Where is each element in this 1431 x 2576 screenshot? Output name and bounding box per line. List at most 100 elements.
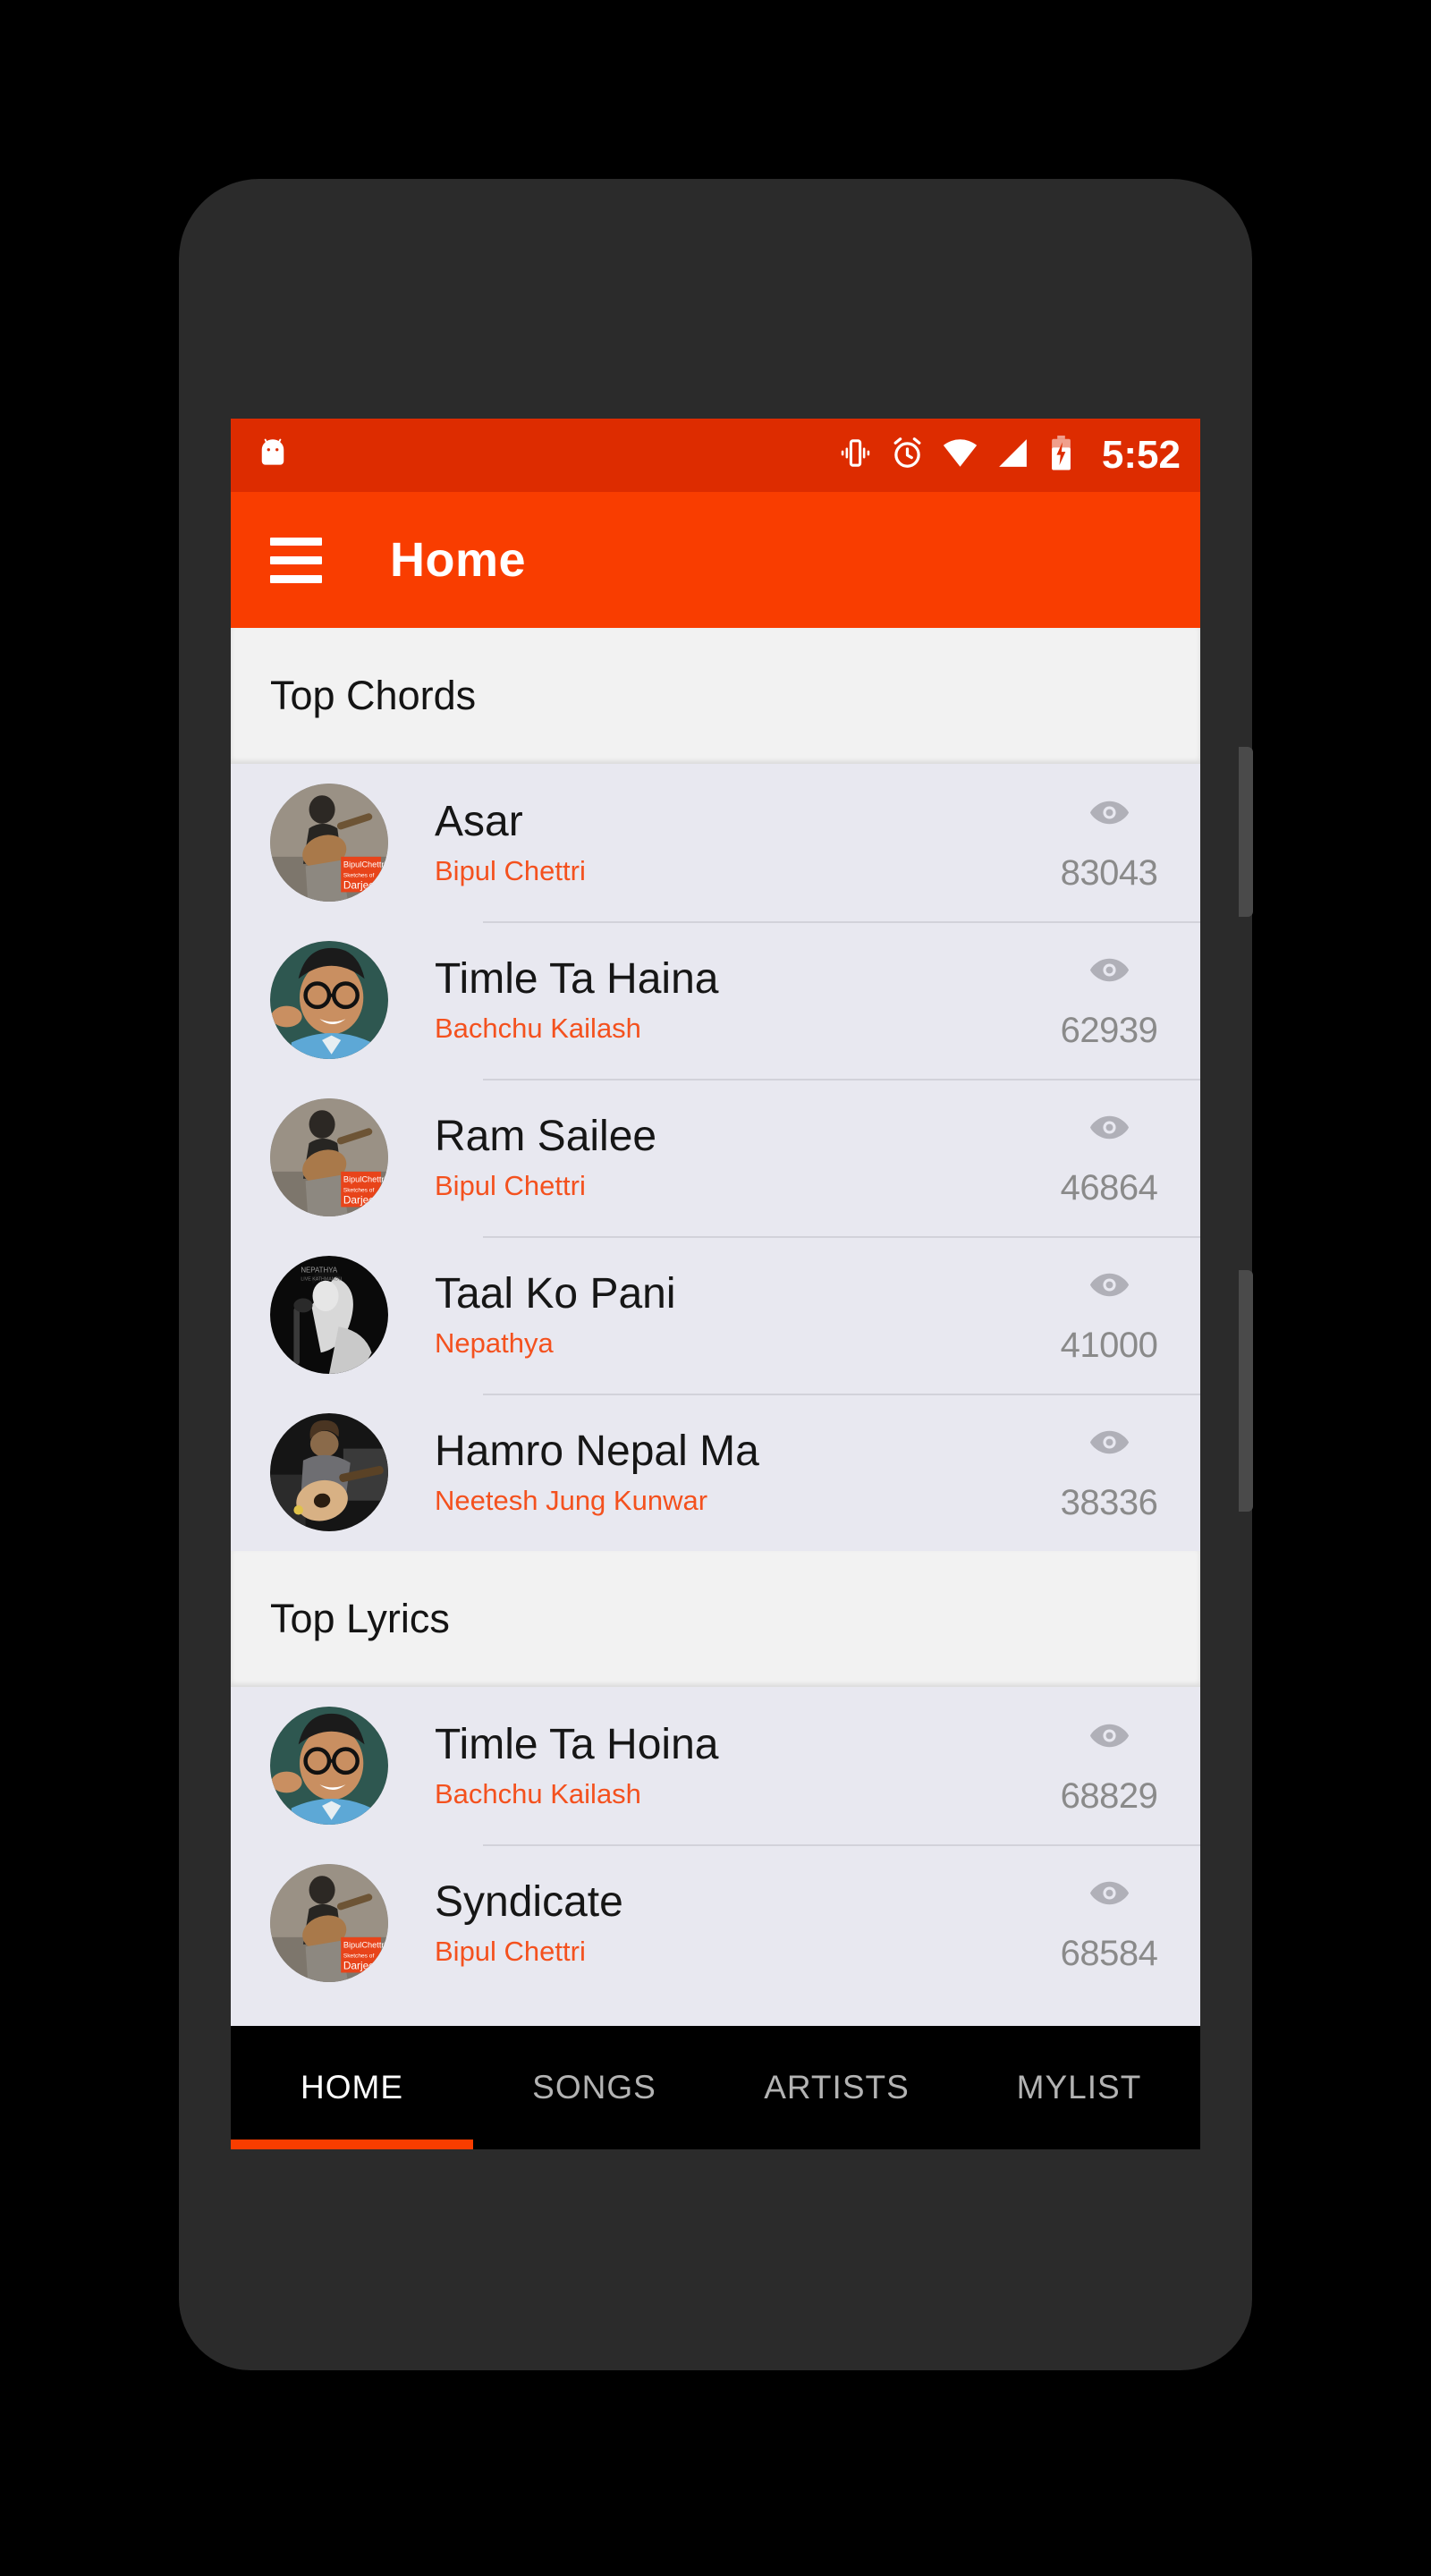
list-item[interactable]: NEPATHYA LIVE KATHMANDU Taal Ko Pani Nep… bbox=[231, 1236, 1200, 1394]
view-count-group: 41000 bbox=[1030, 1264, 1200, 1366]
list-item[interactable]: Hamro Nepal Ma Neetesh Jung Kunwar 38336 bbox=[231, 1394, 1200, 1551]
song-title: Hamro Nepal Ma bbox=[435, 1428, 759, 1476]
power-button[interactable] bbox=[1239, 747, 1253, 917]
phone-screen: 5:52 Home Top Chords BipulChettri Sketch… bbox=[231, 419, 1200, 2149]
status-bar-notifications bbox=[254, 435, 292, 477]
page-title: Home bbox=[390, 533, 527, 587]
list-item[interactable]: Timle Ta Hoina Bachchu Kailash 68829 bbox=[231, 1687, 1200, 1844]
view-count: 46864 bbox=[1060, 1168, 1158, 1208]
list-item-text: Ram Sailee Bipul Chettri bbox=[435, 1113, 1030, 1202]
view-count: 68584 bbox=[1060, 1934, 1158, 1973]
tab-mylist[interactable]: MYLIST bbox=[958, 2026, 1200, 2149]
view-count: 83043 bbox=[1060, 853, 1158, 893]
battery-charging-icon bbox=[1046, 434, 1076, 477]
status-bar-clock: 5:52 bbox=[1101, 433, 1181, 477]
content-scroll-area[interactable]: Top Chords BipulChettri Sketches of Darj… bbox=[231, 628, 1200, 2026]
avatar bbox=[270, 941, 388, 1059]
artist-name: Nepathya bbox=[435, 1326, 554, 1359]
list-item[interactable]: BipulChettri Sketches of Darjeeling Ram … bbox=[231, 1079, 1200, 1236]
vibrate-icon bbox=[837, 435, 874, 476]
artist-name: Bipul Chettri bbox=[435, 1169, 586, 1201]
tab-home[interactable]: HOME bbox=[231, 2026, 473, 2149]
list-item[interactable]: BipulChettri Sketches of Darjeeling Asar… bbox=[231, 764, 1200, 921]
svg-text:Darjeeling: Darjeeling bbox=[343, 878, 388, 891]
tab-label: HOME bbox=[301, 2069, 403, 2106]
bottom-navigation-bar: HOME SONGS ARTISTS MYLIST bbox=[231, 2026, 1200, 2149]
screenshot-canvas: 5:52 Home Top Chords BipulChettri Sketch… bbox=[0, 0, 1431, 2576]
svg-text:BipulChettri: BipulChettri bbox=[343, 860, 386, 869]
avatar: BipulChettri Sketches of Darjeeling bbox=[270, 1098, 388, 1216]
view-count: 41000 bbox=[1060, 1326, 1158, 1365]
list-item[interactable]: Timle Ta Haina Bachchu Kailash 62939 bbox=[231, 921, 1200, 1079]
tab-label: ARTISTS bbox=[764, 2069, 910, 2106]
section-title: Top Chords bbox=[270, 673, 477, 718]
view-count-group: 46864 bbox=[1030, 1106, 1200, 1208]
song-title: Ram Sailee bbox=[435, 1113, 657, 1161]
list-item-text: Taal Ko Pani Nepathya bbox=[435, 1270, 1030, 1360]
section-header-top-lyrics: Top Lyrics bbox=[231, 1551, 1200, 1687]
avatar bbox=[270, 1707, 388, 1825]
status-bar-system-icons: 5:52 bbox=[837, 434, 1181, 477]
svg-text:Darjeeling: Darjeeling bbox=[343, 1193, 388, 1206]
alarm-icon bbox=[889, 435, 926, 476]
artist-name: Bipul Chettri bbox=[435, 854, 586, 886]
view-count: 38336 bbox=[1060, 1483, 1158, 1522]
song-title: Timle Ta Hoina bbox=[435, 1721, 719, 1769]
view-count: 68829 bbox=[1060, 1776, 1158, 1816]
artist-name: Bachchu Kailash bbox=[435, 1012, 641, 1044]
svg-text:NEPATHYA: NEPATHYA bbox=[301, 1266, 338, 1274]
view-count: 62939 bbox=[1060, 1011, 1158, 1050]
list-item-text: Asar Bipul Chettri bbox=[435, 798, 1030, 887]
app-bar: Home bbox=[231, 492, 1200, 628]
view-count-group: 68584 bbox=[1030, 1872, 1200, 1974]
eye-icon bbox=[1089, 1273, 1129, 1297]
tab-songs[interactable]: SONGS bbox=[473, 2026, 716, 2149]
eye-icon bbox=[1089, 958, 1129, 982]
eye-icon bbox=[1089, 1881, 1129, 1905]
hamburger-menu-icon[interactable] bbox=[270, 537, 322, 583]
view-count-group: 38336 bbox=[1030, 1421, 1200, 1523]
wifi-icon bbox=[941, 434, 979, 477]
svg-text:BipulChettri: BipulChettri bbox=[343, 1941, 386, 1950]
list-item-text: Hamro Nepal Ma Neetesh Jung Kunwar bbox=[435, 1428, 1030, 1517]
view-count-group: 68829 bbox=[1030, 1715, 1200, 1817]
section-title: Top Lyrics bbox=[270, 1596, 450, 1641]
status-bar: 5:52 bbox=[231, 419, 1200, 492]
avatar: BipulChettri Sketches of Darjeeling bbox=[270, 784, 388, 902]
top-lyrics-list: Timle Ta Hoina Bachchu Kailash 68829 Bip… bbox=[231, 1687, 1200, 2002]
section-header-top-chords: Top Chords bbox=[231, 628, 1200, 764]
android-head-icon bbox=[254, 435, 292, 477]
svg-text:Sketches of: Sketches of bbox=[343, 1953, 375, 1959]
song-title: Asar bbox=[435, 798, 523, 846]
eye-icon bbox=[1089, 1724, 1129, 1748]
list-item-text: Timle Ta Hoina Bachchu Kailash bbox=[435, 1721, 1030, 1810]
song-title: Taal Ko Pani bbox=[435, 1270, 676, 1318]
svg-text:BipulChettri: BipulChettri bbox=[343, 1175, 386, 1184]
eye-icon bbox=[1089, 1430, 1129, 1454]
avatar: BipulChettri Sketches of Darjeeling bbox=[270, 1864, 388, 1982]
list-item-text: Timle Ta Haina Bachchu Kailash bbox=[435, 955, 1030, 1045]
top-chords-list: BipulChettri Sketches of Darjeeling Asar… bbox=[231, 764, 1200, 1551]
svg-text:Sketches of: Sketches of bbox=[343, 872, 375, 878]
artist-name: Bipul Chettri bbox=[435, 1935, 586, 1967]
tab-label: MYLIST bbox=[1016, 2069, 1142, 2106]
svg-text:LIVE KATHMANDU: LIVE KATHMANDU bbox=[301, 1277, 342, 1283]
list-item[interactable]: BipulChettri Sketches of Darjeeling Synd… bbox=[231, 1844, 1200, 2002]
artist-name: Neetesh Jung Kunwar bbox=[435, 1484, 708, 1516]
tab-artists[interactable]: ARTISTS bbox=[716, 2026, 958, 2149]
svg-text:Sketches of: Sketches of bbox=[343, 1187, 375, 1193]
view-count-group: 62939 bbox=[1030, 949, 1200, 1051]
song-title: Timle Ta Haina bbox=[435, 955, 719, 1004]
eye-icon bbox=[1089, 1115, 1129, 1140]
list-item-text: Syndicate Bipul Chettri bbox=[435, 1878, 1030, 1968]
avatar: NEPATHYA LIVE KATHMANDU bbox=[270, 1256, 388, 1374]
song-title: Syndicate bbox=[435, 1878, 623, 1927]
svg-text:Darjeeling: Darjeeling bbox=[343, 1959, 388, 1971]
volume-button[interactable] bbox=[1239, 1270, 1253, 1512]
signal-icon bbox=[995, 435, 1031, 476]
artist-name: Bachchu Kailash bbox=[435, 1777, 641, 1809]
view-count-group: 83043 bbox=[1030, 792, 1200, 894]
eye-icon bbox=[1089, 801, 1129, 825]
avatar bbox=[270, 1413, 388, 1531]
tab-label: SONGS bbox=[532, 2069, 656, 2106]
